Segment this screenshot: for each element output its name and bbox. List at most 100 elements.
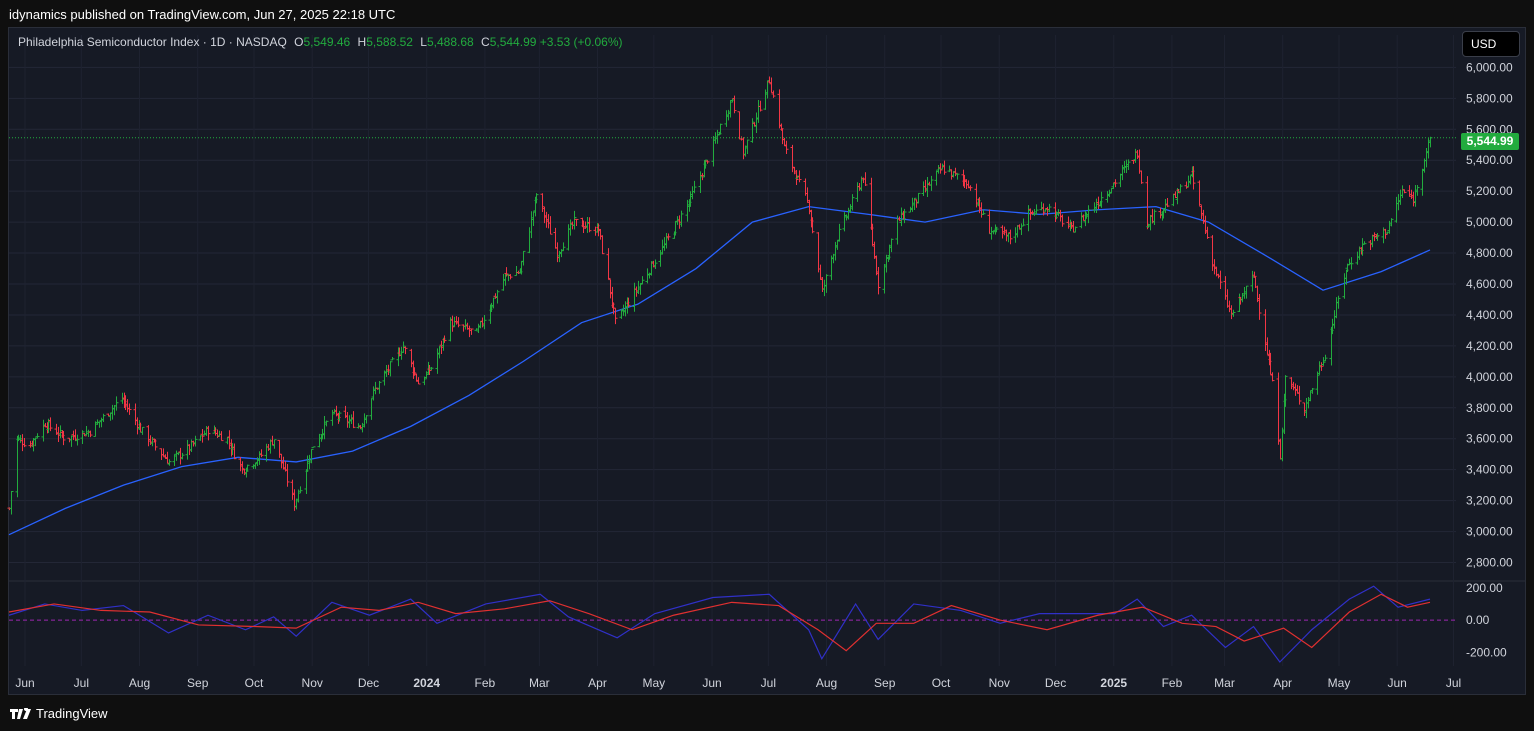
ohlc-bar <box>1253 276 1258 288</box>
time-tick-label: Nov <box>989 676 1010 690</box>
currency-button[interactable]: USD <box>1462 31 1520 57</box>
ohlc-bar <box>324 420 329 427</box>
ohlc-bar <box>491 297 496 309</box>
price-tick-label: 3,200.00 <box>1466 494 1513 508</box>
time-tick-label: Oct <box>245 676 264 690</box>
time-tick-label: Feb <box>1162 676 1183 690</box>
oscillator-slow-line <box>8 593 1431 652</box>
symbol-legend[interactable]: Philadelphia Semiconductor Index · 1D · … <box>18 35 623 49</box>
ohlc-bar <box>1008 229 1013 245</box>
ohlc-bar <box>356 423 361 429</box>
ohlc-bar <box>1152 209 1157 226</box>
ohlc-bar <box>745 139 750 155</box>
ohlc-bar <box>1289 377 1294 390</box>
ohlc-bar <box>548 216 553 235</box>
ohlc-bar <box>1188 175 1193 185</box>
ohlc-bar <box>527 227 532 254</box>
time-tick-label: Dec <box>1045 676 1066 690</box>
chart-canvas[interactable]: 6,000.005,800.005,600.005,400.005,200.00… <box>0 0 1534 731</box>
ohlc-bar <box>266 444 271 451</box>
ohlc-bar <box>1280 427 1285 462</box>
ohlc-bar <box>482 314 487 330</box>
oscillator-tick-label: 200.00 <box>1466 581 1503 595</box>
ohlc-bar <box>364 415 369 424</box>
ohlc-bar <box>1079 212 1084 229</box>
ohlc-bar <box>1199 205 1204 219</box>
high-value: 5,588.52 <box>366 35 413 49</box>
ohlc-bar <box>73 429 78 442</box>
ohlc-bar <box>1039 201 1044 211</box>
open-value: 5,549.46 <box>303 35 351 49</box>
ohlc-bar <box>292 489 297 511</box>
moving-average-layer <box>8 205 1431 536</box>
time-tick-label: Apr <box>588 676 607 690</box>
ohlc-bar <box>822 279 827 297</box>
price-tick-label: 3,000.00 <box>1466 525 1513 539</box>
ohlc-bar <box>304 469 309 494</box>
ohlc-bar <box>298 486 303 493</box>
ohlc-bar <box>929 175 934 191</box>
ohlc-bar <box>805 187 810 203</box>
ohlc-bar <box>750 118 755 143</box>
ohlc-bar <box>75 434 80 446</box>
footer-bar <box>0 696 1534 731</box>
ohlc-bar <box>899 207 904 227</box>
price-tick-label: 3,600.00 <box>1466 432 1513 446</box>
time-tick-label: Apr <box>1273 676 1292 690</box>
ohlc-bar <box>1263 309 1268 351</box>
time-tick-label: Jul <box>1446 676 1461 690</box>
ohlc-bar <box>662 237 667 251</box>
ohlc-bar <box>178 447 183 465</box>
ohlc-bar <box>110 404 115 420</box>
ohlc-bar <box>1118 173 1123 188</box>
ohlc-bar <box>268 439 273 454</box>
time-tick-label: May <box>1328 676 1351 690</box>
ohlc-bar <box>771 90 776 98</box>
ohlc-bar <box>277 439 282 458</box>
ohlc-bar <box>1047 203 1052 213</box>
oscillator-panel <box>8 585 1456 663</box>
ohlc-bar <box>555 242 560 263</box>
ohlc-bar <box>463 319 468 330</box>
ohlc-bar <box>728 100 733 118</box>
ohlc-bar <box>889 238 894 253</box>
low-value: 5,488.68 <box>426 35 474 49</box>
ohlc-bar <box>566 224 571 251</box>
ohlc-bar <box>1368 240 1373 251</box>
time-tick-label: Sep <box>187 676 209 690</box>
ohlc-bar <box>1420 168 1425 196</box>
grid-lines <box>9 35 1525 666</box>
ohlc-bar <box>863 172 868 187</box>
moving-average-line <box>8 205 1431 536</box>
time-tick-label: Jun <box>1388 676 1407 690</box>
ohlc-bar <box>362 413 367 428</box>
ohlc-bar <box>936 164 941 174</box>
tradingview-logo[interactable]: TradingView <box>10 706 108 721</box>
ohlc-bar <box>495 289 500 304</box>
ohlc-bar <box>469 328 474 335</box>
ohlc-bar <box>176 452 181 456</box>
time-tick-label: 2025 <box>1100 676 1127 690</box>
ohlc-bar <box>724 110 729 127</box>
ohlc-bar <box>382 370 387 386</box>
ohlc-bar <box>1315 371 1320 395</box>
time-axis[interactable]: Jun Jul Aug Sep Oct Nov Dec 2024 Feb Mar Apr May Jun… <box>15 676 1461 690</box>
ohlc-bar <box>15 435 20 498</box>
ohlc-bar <box>1205 226 1210 239</box>
ohlc-bar <box>1094 198 1099 213</box>
ohlc-bar <box>399 346 404 360</box>
ohlc-bar <box>1362 241 1367 245</box>
ohlc-bar <box>232 443 237 460</box>
ohlc-bar <box>964 179 969 190</box>
ohlc-bar <box>666 233 671 241</box>
time-tick-label: Mar <box>1214 676 1235 690</box>
ohlc-bar <box>585 217 590 233</box>
ohlc-bar <box>41 419 46 442</box>
change-value: +3.53 (+0.06%) <box>539 35 623 49</box>
ohlc-bar <box>467 325 472 338</box>
ohlc-bar <box>991 230 996 235</box>
ohlc-bar <box>758 100 763 112</box>
ohlc-bar <box>645 268 650 284</box>
ohlc-bar <box>1163 198 1168 214</box>
oscillator-axis[interactable]: 200.00 0.00 -200.00 <box>1466 581 1507 659</box>
